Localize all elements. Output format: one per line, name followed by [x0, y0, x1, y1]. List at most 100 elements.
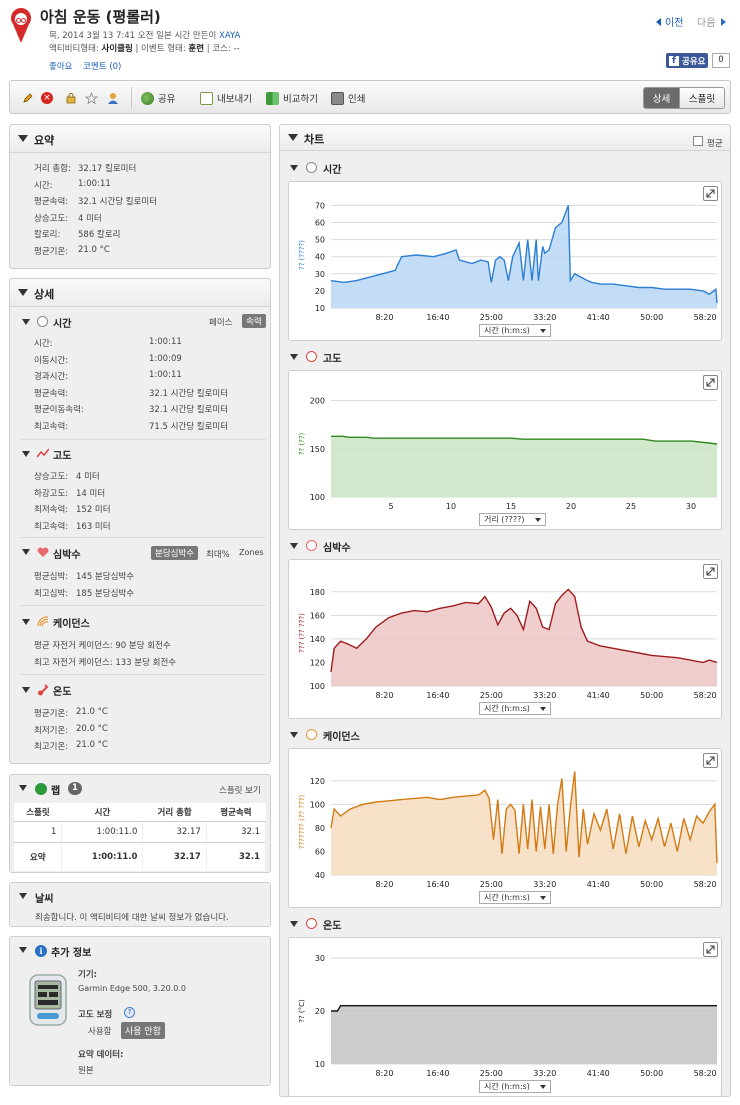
chart-svg[interactable]: 10 20 30 8:20 16:40 25:00 33:20 41:40 50:00 58:20…: [289, 938, 723, 1078]
weather-title: 날씨: [35, 894, 54, 905]
x-tick-label: 10: [446, 502, 456, 511]
badge-button[interactable]: [107, 90, 119, 106]
heartrate-collapse-icon[interactable]: [22, 549, 30, 555]
x-axis-select[interactable]: 시간 (h:m:s): [479, 324, 551, 337]
section-divider: [20, 439, 266, 440]
x-axis-select[interactable]: 시간 (h:m:s): [479, 702, 551, 715]
export-icon: [200, 91, 213, 105]
chart-svg[interactable]: 100 150 200 5 10 15 20 25 30 ?? (??): [289, 371, 723, 511]
detail-view-button[interactable]: 상세: [643, 87, 680, 109]
x-tick-label: 25:00: [480, 313, 503, 322]
charts-header[interactable]: 차트 평균: [280, 125, 730, 151]
y-tick-label: 150: [310, 445, 325, 454]
chart-collapse-icon[interactable]: [290, 732, 298, 738]
print-button[interactable]: 인쇄: [331, 90, 365, 106]
lap-column-header[interactable]: 평균속력: [206, 803, 266, 822]
compare-button[interactable]: 비교하기: [266, 90, 318, 106]
elevation-correction-not-use[interactable]: 사용 안함: [121, 1022, 165, 1039]
delete-button[interactable]: ×: [41, 90, 53, 106]
split-view-button[interactable]: 스플릿: [680, 87, 725, 109]
export-button[interactable]: 내보내기: [200, 90, 252, 106]
laps-collapse-icon[interactable]: [19, 785, 27, 791]
cadence-section-title: 케이던스: [53, 619, 90, 630]
toolbar-separator: [131, 87, 132, 109]
next-link[interactable]: 다음: [697, 14, 727, 29]
table-row[interactable]: 1 1:00:11.0 32.17 32.1: [14, 821, 267, 843]
heart-icon: [37, 547, 49, 558]
pace-toggle[interactable]: 페이스: [209, 316, 232, 328]
max-percent-toggle[interactable]: 최대%: [206, 548, 230, 560]
creator-link[interactable]: XAYA: [219, 31, 240, 41]
weather-collapse-icon[interactable]: [19, 893, 27, 899]
x-axis-select[interactable]: 시간 (h:m:s): [479, 891, 551, 904]
x-axis-select-label: 시간 (h:m:s): [484, 1082, 530, 1091]
facebook-like-count: 0: [712, 53, 730, 68]
time-collapse-icon[interactable]: [22, 319, 30, 325]
collapse-triangle-icon[interactable]: [18, 289, 28, 296]
extra-title: 추가 정보: [51, 948, 92, 959]
time-section-title: 시간: [53, 319, 72, 330]
split-view-link[interactable]: 스플릿 보기: [219, 784, 261, 796]
chart-card: 100 120 140 160 180 8:20 16:40 25:00 33:20 41:40 5…: [288, 559, 722, 719]
bpm-toggle[interactable]: 분당심박수: [151, 546, 199, 560]
average-checkbox[interactable]: [693, 136, 703, 146]
x-axis-select[interactable]: 시간 (h:m:s): [479, 1080, 551, 1093]
star-icon: [84, 91, 99, 105]
temperature-collapse-icon[interactable]: [22, 687, 30, 693]
x-tick-label: 8:20: [375, 1069, 393, 1078]
stat-value: 21.0 °C: [78, 244, 110, 255]
collapse-triangle-icon[interactable]: [18, 135, 28, 142]
stat-label: 상승고도:: [34, 472, 69, 482]
chart-collapse-icon[interactable]: [290, 921, 298, 927]
prev-link[interactable]: 이전: [656, 14, 683, 29]
lap-column-header[interactable]: 거리 총합: [142, 803, 207, 822]
collapse-triangle-icon[interactable]: [288, 134, 298, 141]
x-axis-select[interactable]: 거리 (????): [479, 513, 546, 526]
stat-label: 최고속력:: [34, 521, 69, 532]
elevation-collapse-icon[interactable]: [22, 451, 30, 457]
activity-title[interactable]: 아침 운동 (평롤러): [40, 6, 161, 27]
privacy-button[interactable]: [65, 90, 77, 106]
chart-collapse-icon[interactable]: [290, 165, 298, 171]
y-tick-label: 120: [310, 777, 325, 786]
facebook-like-button[interactable]: f 공유요: [666, 53, 709, 68]
lap-column-header[interactable]: 시간: [61, 803, 143, 822]
chart-collapse-icon[interactable]: [290, 543, 298, 549]
action-toolbar: × 공유 내보내기 비교하기 인쇄 상세 스플릿: [9, 80, 731, 114]
activity-type-line: 액티비티형태: 사이클링 | 이벤트 형태: 훈련 | 코스: --: [49, 42, 240, 54]
x-tick-label: 33:20: [533, 313, 556, 322]
stat-value: 586 칼로리: [78, 230, 121, 240]
extra-collapse-icon[interactable]: [19, 947, 27, 953]
stat-value: 71.5 시간당 킬로미터: [149, 421, 229, 432]
chart-svg[interactable]: 40 60 80 100 120 8:20 16:40 25:00 33:20 41:40 50:0…: [289, 749, 723, 889]
cadence-collapse-icon[interactable]: [22, 619, 30, 625]
y-tick-label: 70: [315, 201, 325, 210]
chart-svg[interactable]: 100 120 140 160 180 8:20 16:40 25:00 33:20 41:40 5…: [289, 560, 723, 700]
help-icon[interactable]: ?: [124, 1007, 135, 1018]
comments-link[interactable]: 코멘트 (0): [83, 62, 121, 72]
like-link[interactable]: 좋아요: [49, 62, 72, 72]
summary-header[interactable]: 요약: [10, 125, 270, 153]
share-button[interactable]: 공유: [141, 90, 175, 106]
favorite-button[interactable]: [84, 90, 99, 106]
chart-card: 40 60 80 100 120 8:20 16:40 25:00 33:20 41:40 50:0…: [288, 748, 722, 908]
temperature-section-title: 온도: [53, 687, 72, 698]
x-tick-label: 58:20: [694, 1069, 717, 1078]
lap-column-header[interactable]: 스플릿: [14, 803, 62, 822]
chart-svg[interactable]: 10 20 30 40 50 60 70 8:20 16:40 25:00 33:20 41:40 50…: [289, 182, 723, 322]
date-text: 목, 2014 3월 13 7:41 오전 일본 시간 만든이: [49, 31, 217, 41]
x-tick-label: 16:40: [426, 313, 449, 322]
y-tick-label: 100: [310, 682, 325, 691]
social-links: 좋아요 코멘트 (0): [49, 60, 121, 72]
weather-panel: 날씨 죄송합니다. 이 액티비티에 대한 날씨 정보가 없습니다.: [9, 882, 271, 927]
chart-collapse-icon[interactable]: [290, 354, 298, 360]
edit-button[interactable]: [22, 90, 34, 106]
stat-value: 152 미터: [76, 505, 111, 515]
stat-label: 평균속력:: [34, 197, 69, 207]
speed-toggle[interactable]: 속력: [242, 314, 266, 328]
laps-icon: [35, 783, 47, 795]
elevation-correction-use[interactable]: 사용함: [88, 1025, 111, 1037]
zones-toggle[interactable]: Zones: [239, 548, 264, 557]
x-axis-select-label: 거리 (????): [484, 515, 525, 524]
detail-header[interactable]: 상세: [10, 279, 270, 307]
